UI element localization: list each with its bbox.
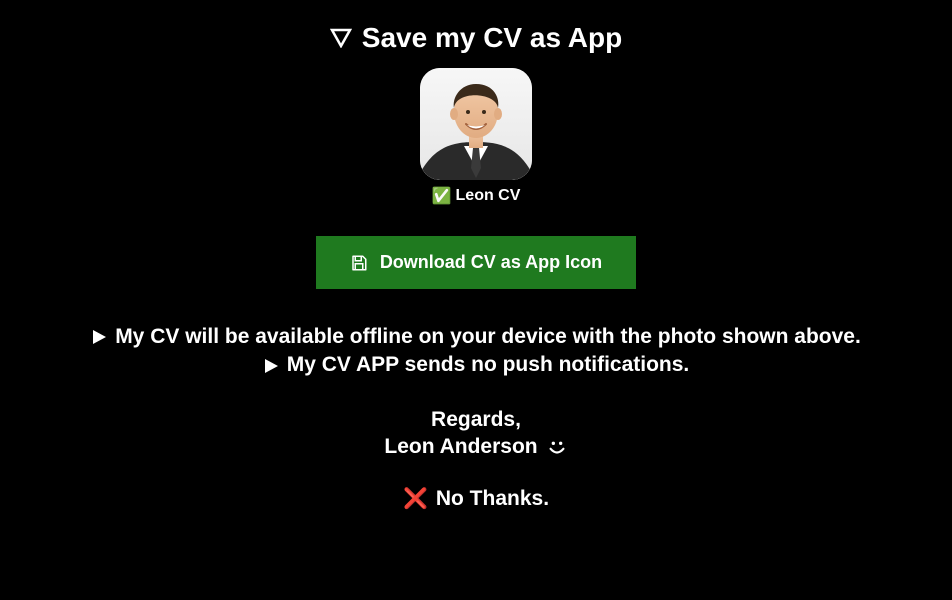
- save-icon: [350, 254, 368, 272]
- page-title: Save my CV as App: [330, 22, 622, 54]
- download-button[interactable]: Download CV as App Icon: [316, 236, 636, 289]
- no-thanks-link[interactable]: ❌ No Thanks.: [403, 486, 549, 511]
- signature-name: Leon Anderson: [384, 433, 537, 460]
- play-icon: [91, 329, 107, 345]
- app-icon-photo: [420, 68, 532, 180]
- signature-block: Regards, Leon Anderson: [384, 406, 567, 461]
- download-button-label: Download CV as App Icon: [380, 252, 602, 273]
- check-icon: ✅: [432, 186, 452, 206]
- app-icon-label: ✅ Leon CV: [432, 186, 521, 206]
- info-line-1: My CV will be available offline on your …: [91, 323, 861, 351]
- save-cv-modal: Save my CV as App: [0, 0, 952, 600]
- info-line-2-text: My CV APP sends no push notifications.: [287, 351, 690, 379]
- play-icon: [263, 358, 279, 374]
- page-title-text: Save my CV as App: [362, 22, 622, 54]
- info-line-2: My CV APP sends no push notifications.: [91, 351, 861, 379]
- app-name-text: Leon CV: [456, 187, 521, 205]
- no-thanks-label: No Thanks.: [436, 487, 549, 511]
- triangle-down-icon: [330, 28, 352, 48]
- info-line-1-text: My CV will be available offline on your …: [115, 323, 861, 351]
- info-text: My CV will be available offline on your …: [91, 323, 861, 380]
- smile-icon: [546, 436, 568, 458]
- cross-icon: ❌: [403, 486, 428, 511]
- regards-text: Regards,: [384, 406, 567, 433]
